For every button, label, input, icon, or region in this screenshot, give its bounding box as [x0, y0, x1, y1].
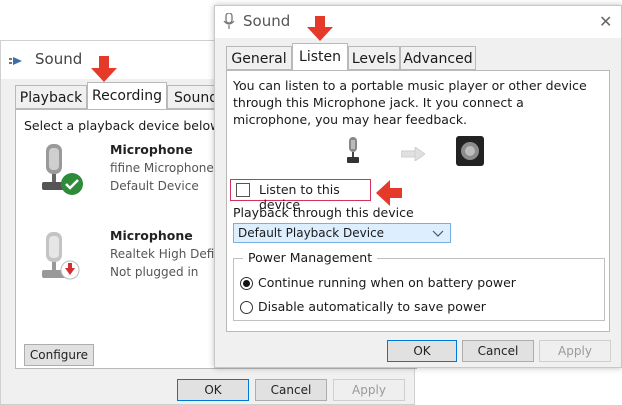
annotation-arrow-down-icon [91, 68, 117, 82]
annotation-arrow-stem [390, 188, 402, 198]
speaker-icon [9, 57, 22, 65]
speaker-device-icon [456, 136, 484, 166]
listen-properties-dialog: Sound ✕ General Listen Levels Advanced Y… [214, 5, 622, 368]
tab-levels[interactable]: Levels [348, 46, 400, 70]
close-icon[interactable]: ✕ [599, 12, 612, 31]
device-status: Default Device [110, 179, 199, 193]
tab-advanced[interactable]: Advanced [400, 46, 476, 70]
check-badge-icon [61, 173, 83, 195]
tab-sounds[interactable]: Sound [167, 85, 219, 109]
annotation-arrow-down-icon [307, 27, 333, 41]
listen-tab-panel: You can listen to a portable music playe… [226, 70, 610, 332]
radio-disable-automatically[interactable] [240, 301, 253, 314]
radio-continue-running-label: Continue running when on battery power [258, 275, 516, 290]
device-instruction: Select a playback device below to [24, 118, 237, 133]
cancel-button[interactable]: Cancel [462, 340, 534, 362]
arrow-right-icon [401, 147, 425, 161]
device-description: Realtek High Defin [110, 247, 222, 261]
tab-listen[interactable]: Listen [292, 43, 348, 71]
configure-button[interactable]: Configure [24, 344, 94, 366]
playback-device-select[interactable]: Default Playback Device [233, 223, 451, 243]
apply-button[interactable]: Apply [539, 340, 611, 362]
power-management-title: Power Management [243, 250, 378, 265]
tab-playback[interactable]: Playback [15, 85, 87, 109]
dialog-title: Sound [243, 12, 291, 30]
listen-checkbox[interactable] [236, 183, 250, 197]
device-name: Microphone [110, 142, 193, 157]
device-name: Microphone [110, 228, 193, 243]
radio-continue-running[interactable] [240, 277, 253, 290]
tab-general[interactable]: General [226, 46, 292, 70]
cancel-button[interactable]: Cancel [255, 379, 327, 401]
tab-recording[interactable]: Recording [87, 82, 167, 110]
list-item[interactable]: Microphone fifine Microphone Default Dev… [16, 140, 216, 206]
ok-button[interactable]: OK [177, 379, 249, 401]
back-window-title: Sound [35, 50, 83, 68]
playback-label: Playback through this device [233, 205, 414, 220]
device-status: Not plugged in [110, 265, 199, 279]
annotation-arrow-stem [99, 56, 109, 68]
microphone-icon [223, 13, 235, 29]
chevron-down-icon [432, 230, 444, 237]
unplugged-badge-icon [60, 260, 80, 280]
radio-disable-automatically-label: Disable automatically to save power [258, 299, 486, 314]
list-item[interactable]: Microphone Realtek High Defin Not plugge… [16, 228, 222, 294]
apply-button[interactable]: Apply [333, 379, 405, 401]
microphone-icon [347, 137, 359, 163]
listen-checkbox-row[interactable]: Listen to this device [230, 179, 371, 212]
ok-button[interactable]: OK [387, 340, 457, 362]
listen-description: You can listen to a portable music playe… [233, 78, 587, 127]
device-description: fifine Microphone [110, 161, 214, 175]
annotation-arrow-left-icon [376, 180, 390, 206]
playback-selected-value: Default Playback Device [238, 226, 385, 240]
front-titlebar: Sound ✕ [215, 6, 621, 38]
